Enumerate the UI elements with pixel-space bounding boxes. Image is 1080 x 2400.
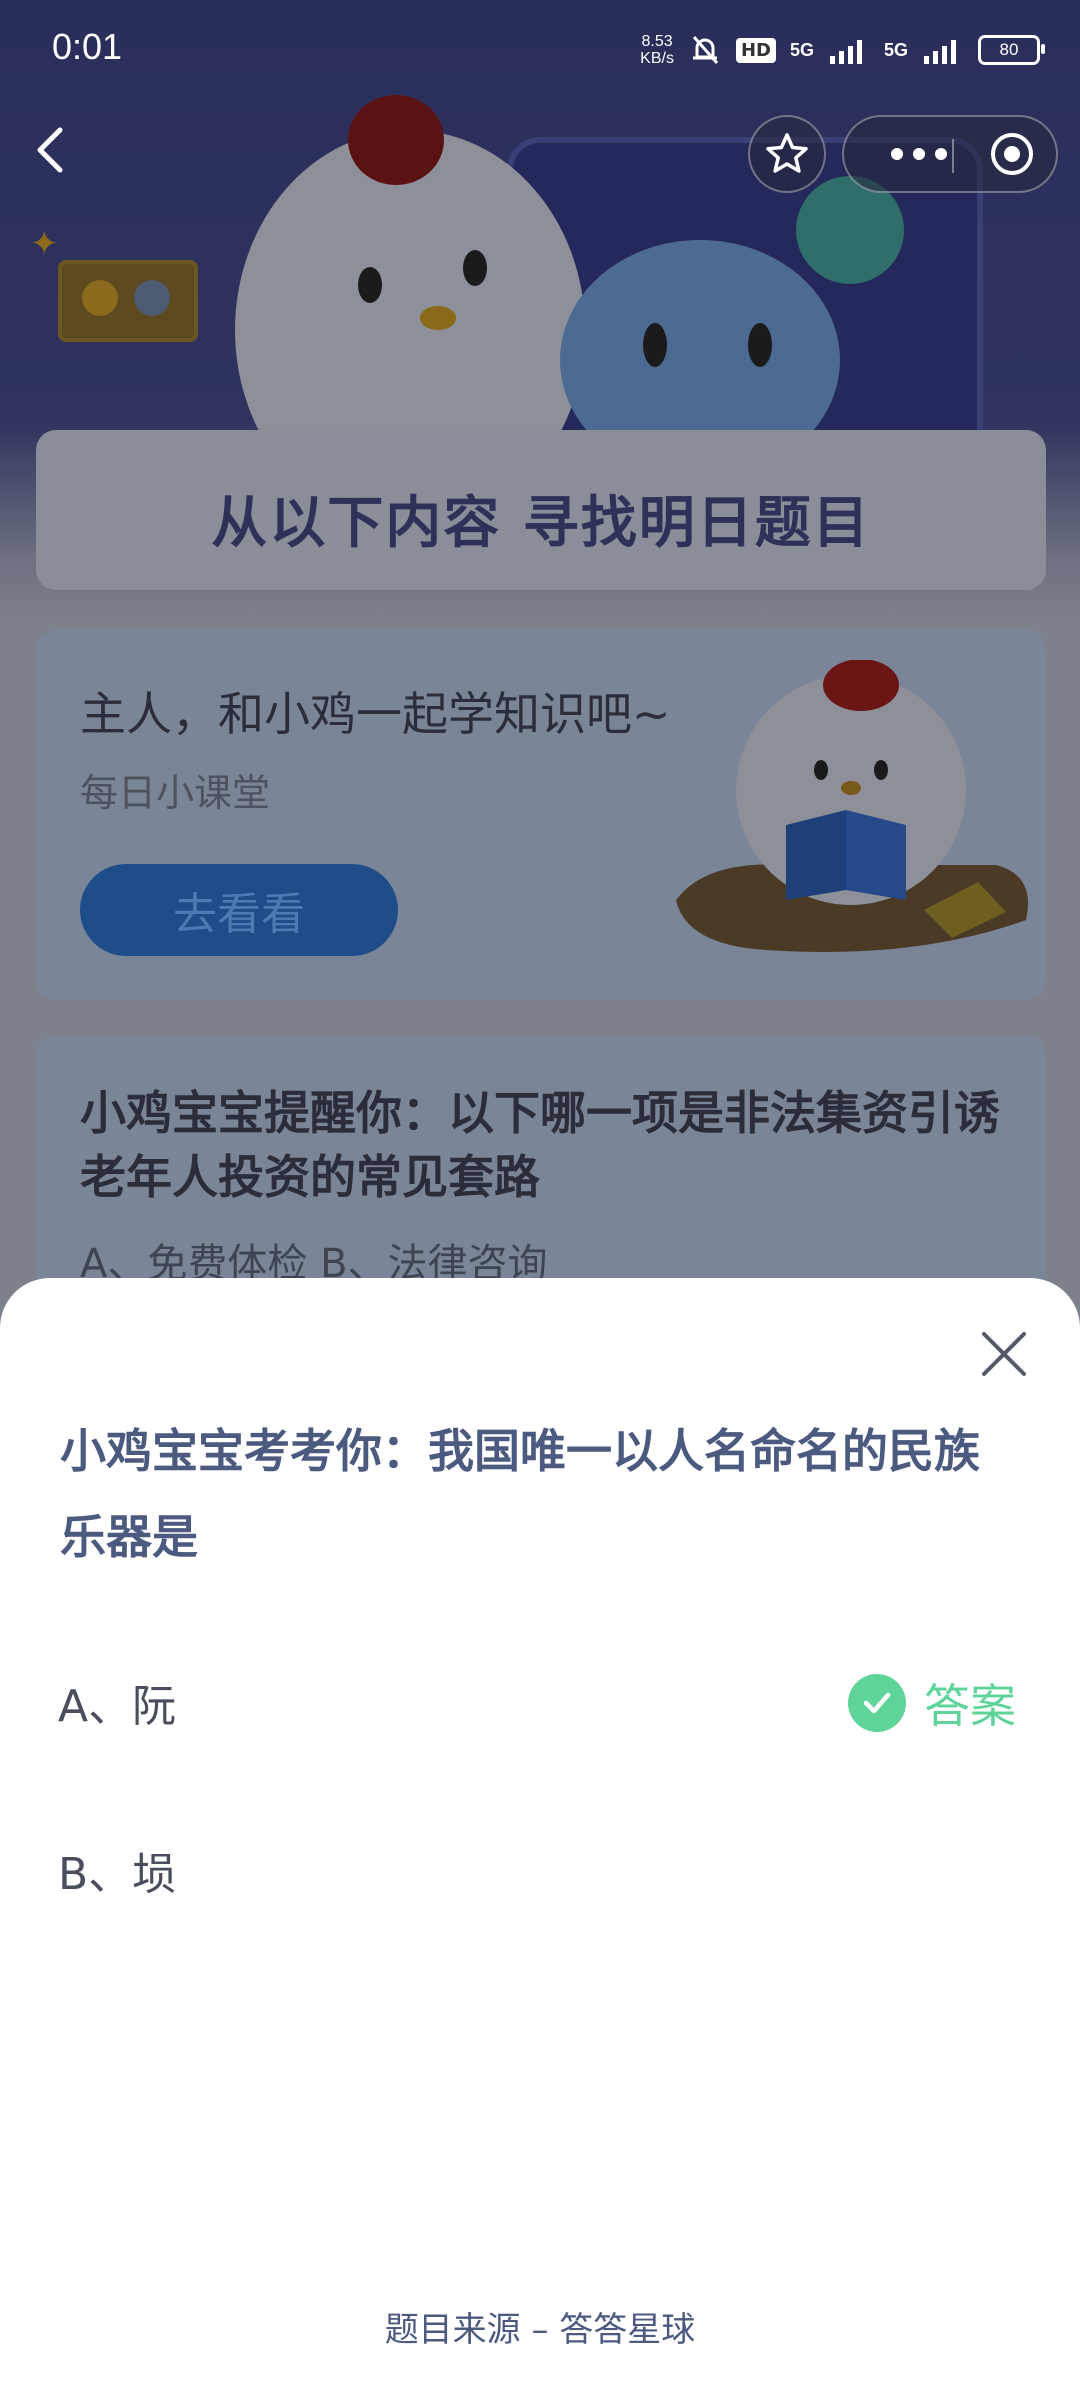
check-circle-icon: [848, 1674, 906, 1732]
option-a[interactable]: A、阮: [58, 1670, 176, 1734]
status-bar: 0:01 8.53 KB/s HD 5G 5G 80: [0, 0, 1080, 100]
daily-class-heading: 主人，和小鸡一起学知识吧~: [80, 687, 671, 741]
signal-bars-icon-2: [924, 40, 956, 64]
mini-program-capsule: [842, 115, 1058, 193]
battery-level: 80: [999, 40, 1019, 59]
battery-icon: 80: [978, 35, 1045, 65]
network-speed: 8.53 KB/s: [640, 33, 674, 67]
daily-class-subheading: 每日小课堂: [80, 771, 271, 815]
quiz-question: 小鸡宝宝考考你：我国唯一以人名命名的民族乐器是: [60, 1424, 980, 1564]
network-speed-unit: KB/s: [640, 50, 674, 67]
banner-title: 从以下内容 寻找明日题目: [211, 491, 871, 556]
close-icon[interactable]: [976, 1326, 1032, 1382]
question-source-footer: 题目来源 – 答答星球: [384, 2310, 696, 2350]
mute-bell-icon: [692, 36, 719, 64]
reminder-question: 小鸡宝宝提醒你：以下哪一项是非法集资引诱老年人投资的常见套路: [80, 1086, 1000, 1204]
svg-text:✦: ✦: [30, 224, 59, 264]
exit-mini-program-button[interactable]: [972, 117, 1052, 191]
chick-reading-illustration: [676, 660, 1028, 952]
back-arrow-icon[interactable]: [22, 120, 82, 180]
capsule-divider: [952, 139, 954, 173]
signal-label-1: 5G: [789, 39, 814, 60]
daily-class-card: 主人，和小鸡一起学知识吧~ 每日小课堂 去看看: [36, 630, 1046, 1000]
banner-card: 从以下内容 寻找明日题目: [36, 430, 1046, 590]
status-time: 0:01: [52, 26, 123, 67]
network-speed-value: 8.53: [641, 33, 673, 50]
quiz-bottom-sheet: 小鸡宝宝考考你：我国唯一以人名命名的民族乐器是 A、阮 答案 B、埙: [0, 1278, 1080, 2400]
option-b[interactable]: B、埙: [58, 1838, 176, 1902]
more-dots-icon: [891, 148, 947, 160]
answer-badge: 答案: [848, 1670, 1016, 1736]
signal-bars-icon: [829, 40, 862, 64]
star-icon: [766, 133, 808, 173]
favorite-button[interactable]: [748, 115, 826, 193]
go-see-button[interactable]: 去看看: [80, 864, 398, 956]
hd-badge: HD: [735, 37, 776, 63]
target-circle-icon: [991, 133, 1033, 175]
signal-label-2: 5G: [883, 39, 908, 60]
more-menu-button[interactable]: [874, 117, 964, 191]
checkmark-icon: [863, 1692, 891, 1714]
answer-label: 答案: [924, 1679, 1016, 1733]
